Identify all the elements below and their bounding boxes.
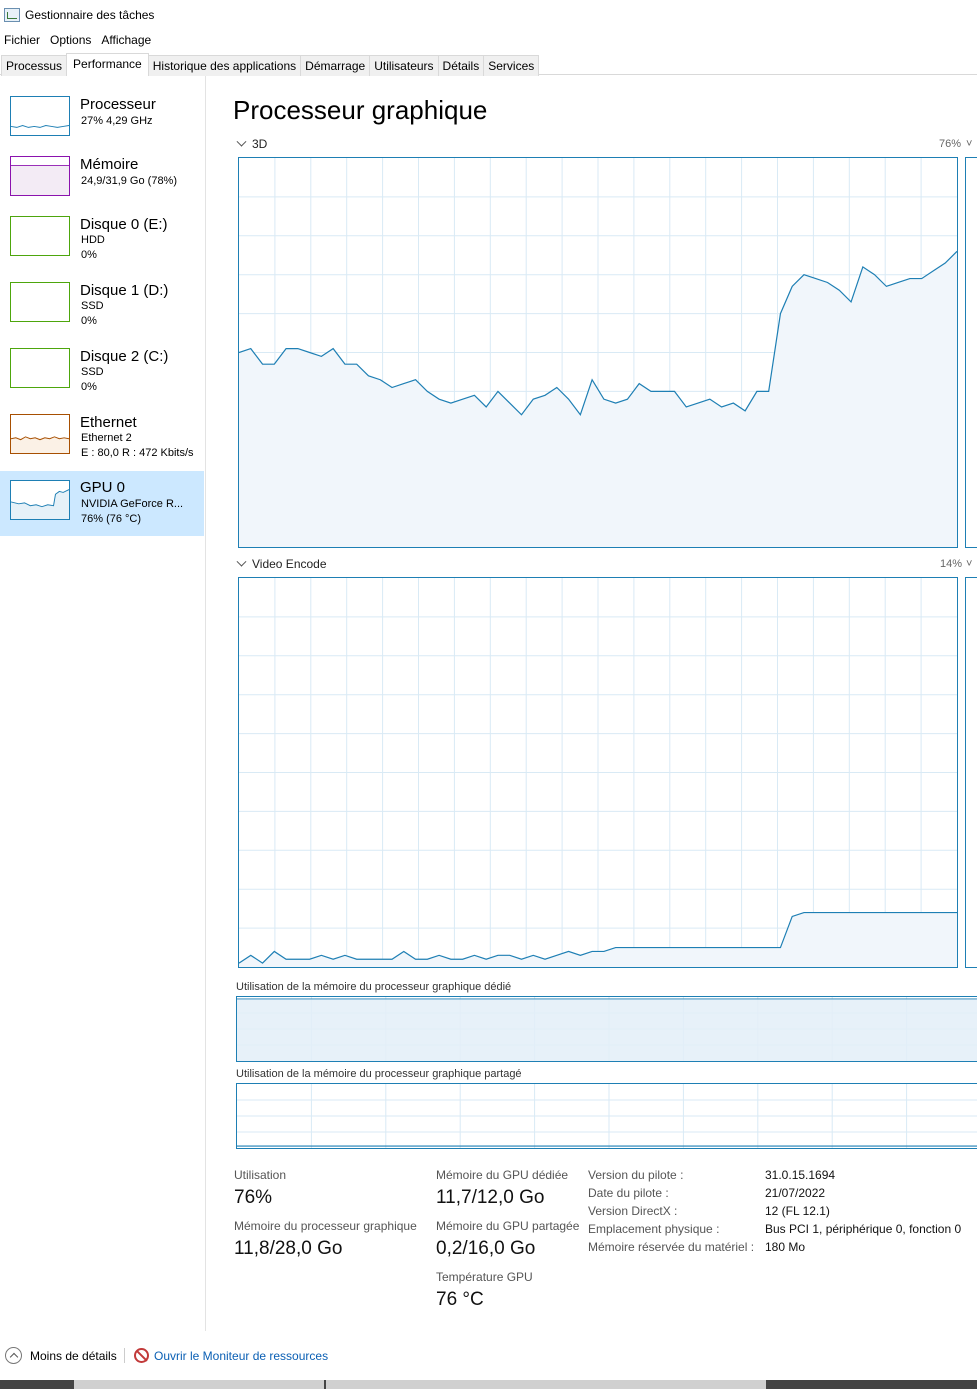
- menu-fichier[interactable]: Fichier: [0, 31, 44, 49]
- tab-utilisateurs[interactable]: Utilisateurs: [369, 55, 439, 76]
- dedicated-memory-graph: [236, 996, 977, 1062]
- sidebar-title: Mémoire: [80, 156, 139, 173]
- chevron-down-icon: [236, 136, 247, 147]
- ethernet-thumbnail: [10, 414, 70, 454]
- driver-date-value: 21/07/2022: [765, 1186, 826, 1200]
- sidebar-sub: 24,9/31,9 Go (78%): [81, 175, 178, 187]
- graph-encode-percent: 14%: [940, 558, 963, 570]
- driver-version-label: Version du pilote :: [588, 1168, 684, 1182]
- sidebar-item-memoire[interactable]: Mémoire 24,9/31,9 Go (78%): [0, 152, 204, 204]
- sidebar-title: Ethernet: [80, 414, 137, 431]
- taskbar-segment: [74, 1380, 324, 1389]
- graph-encode-label: Video Encode: [252, 557, 327, 571]
- physical-location-value: Bus PCI 1, périphérique 0, fonction 0: [765, 1222, 962, 1236]
- menu-options[interactable]: Options: [46, 31, 95, 49]
- chevron-down-icon[interactable]: ˅: [966, 138, 972, 150]
- sidebar-sub: 27% 4,29 GHz: [81, 115, 153, 127]
- sidebar-item-disque-0[interactable]: Disque 0 (E:) HDD 0%: [0, 212, 204, 268]
- page-title: Processeur graphique: [233, 95, 488, 125]
- sidebar-item-disque-1[interactable]: Disque 1 (D:) SSD 0%: [0, 278, 204, 334]
- shared-memory-label: Utilisation de la mémoire du processeur …: [236, 1068, 522, 1080]
- gpu-temperature-value: 76 °C: [436, 1289, 484, 1310]
- disque-0-thumbnail: [10, 216, 70, 256]
- sidebar-sub: SSD: [81, 300, 104, 312]
- sidebar-sub: 0%: [81, 249, 97, 261]
- tab-services[interactable]: Services: [483, 55, 540, 76]
- dedicated-gpu-memory-value: 11,7/12,0 Go: [436, 1187, 545, 1208]
- chevron-up-circle-icon[interactable]: [5, 1347, 22, 1364]
- shared-gpu-memory-value: 0,2/16,0 Go: [436, 1238, 536, 1259]
- sidebar-title: Disque 1 (D:): [80, 282, 169, 299]
- shared-gpu-memory-label: Mémoire du GPU partagée: [436, 1219, 580, 1233]
- graph-video-encode: [238, 577, 958, 968]
- tab-historique[interactable]: Historique des applications: [147, 55, 302, 76]
- menu-affichage[interactable]: Affichage: [97, 31, 155, 49]
- sidebar-item-gpu-0[interactable]: GPU 0 NVIDIA GeForce R... 76% (76 °C): [0, 471, 204, 536]
- chevron-down-icon[interactable]: ˅: [966, 558, 972, 570]
- footer-divider: [124, 1348, 125, 1363]
- dedicated-memory-fill: [237, 998, 977, 1061]
- sidebar-item-processeur[interactable]: Processeur 27% 4,29 GHz: [0, 92, 204, 144]
- utilisation-value: 76%: [234, 1187, 273, 1208]
- taskbar-strip: [0, 1380, 977, 1389]
- disque-2-thumbnail: [10, 348, 70, 388]
- taskbar-segment: [326, 1380, 766, 1389]
- window-title: Gestionnaire des tâches: [25, 8, 155, 22]
- gpu-temperature-label: Température GPU: [436, 1270, 533, 1284]
- dedicated-memory-label: Utilisation de la mémoire du processeur …: [236, 981, 512, 993]
- tab-details[interactable]: Détails: [437, 55, 485, 76]
- graph-3d-percent: 76%: [939, 138, 962, 150]
- directx-version-label: Version DirectX :: [588, 1204, 678, 1218]
- graph-3d-selector[interactable]: 3D: [236, 136, 268, 151]
- sidebar-sub: SSD: [81, 366, 104, 378]
- menu-bar: Fichier Options Affichage: [0, 31, 157, 49]
- gpu-0-thumbnail: [10, 480, 70, 520]
- sidebar-title: Disque 0 (E:): [80, 216, 168, 233]
- task-manager-icon: [4, 8, 20, 22]
- sidebar-sub: 0%: [81, 315, 97, 327]
- tab-performance[interactable]: Performance: [66, 53, 149, 75]
- title-bar: Gestionnaire des tâches: [0, 0, 977, 30]
- fewer-details-button[interactable]: Moins de détails: [30, 1349, 117, 1363]
- sidebar-sub: E : 80,0 R : 472 Kbits/s: [81, 447, 194, 459]
- tab-bar: Processus Performance Historique des app…: [0, 53, 977, 76]
- sidebar-item-disque-2[interactable]: Disque 2 (C:) SSD 0%: [0, 344, 204, 400]
- driver-date-label: Date du pilote :: [588, 1186, 669, 1200]
- tab-processus[interactable]: Processus: [1, 55, 68, 76]
- directx-version-value: 12 (FL 12.1): [765, 1204, 830, 1218]
- sidebar-sub: 76% (76 °C): [81, 513, 142, 525]
- chevron-down-icon: [236, 556, 247, 567]
- driver-version-value: 31.0.15.1694: [765, 1168, 836, 1182]
- resource-monitor-icon[interactable]: [134, 1348, 149, 1363]
- reserved-memory-label: Mémoire réservée du matériel :: [588, 1240, 755, 1254]
- sidebar-sub: 0%: [81, 381, 97, 393]
- gpu-memory-label: Mémoire du processeur graphique: [234, 1219, 417, 1233]
- memoire-thumbnail: [10, 156, 70, 196]
- sidebar-item-ethernet[interactable]: Ethernet Ethernet 2 E : 80,0 R : 472 Kbi…: [0, 410, 204, 466]
- tab-demarrage[interactable]: Démarrage: [300, 55, 371, 76]
- gpu-memory-value: 11,8/28,0 Go: [234, 1238, 343, 1259]
- graph-encode-selector[interactable]: Video Encode: [236, 556, 327, 571]
- graph-3d-partial: [965, 157, 977, 548]
- sidebar-title: Processeur: [80, 96, 156, 113]
- shared-memory-graph: [236, 1083, 977, 1149]
- sidebar-sub: Ethernet 2: [81, 432, 132, 444]
- graph-3d: [238, 157, 958, 548]
- sidebar-sub: NVIDIA GeForce R...: [81, 498, 184, 510]
- utilisation-label: Utilisation: [234, 1168, 287, 1182]
- sidebar-sub: HDD: [81, 234, 105, 246]
- dedicated-gpu-memory-label: Mémoire du GPU dédiée: [436, 1168, 569, 1182]
- resource-monitor-link[interactable]: Ouvrir le Moniteur de ressources: [154, 1349, 328, 1363]
- physical-location-label: Emplacement physique :: [588, 1222, 720, 1236]
- reserved-memory-value: 180 Mo: [765, 1240, 806, 1254]
- sidebar-title: GPU 0: [80, 479, 126, 496]
- graph-encode-partial: [965, 577, 977, 968]
- processeur-thumbnail: [10, 96, 70, 136]
- sidebar-title: Disque 2 (C:): [80, 348, 169, 365]
- graph-3d-label: 3D: [252, 137, 268, 151]
- resource-sidebar: Processeur 27% 4,29 GHz Mémoire 24,9/31,…: [0, 76, 206, 1331]
- disque-1-thumbnail: [10, 282, 70, 322]
- footer-bar: Moins de détails Ouvrir le Moniteur de r…: [0, 1344, 977, 1369]
